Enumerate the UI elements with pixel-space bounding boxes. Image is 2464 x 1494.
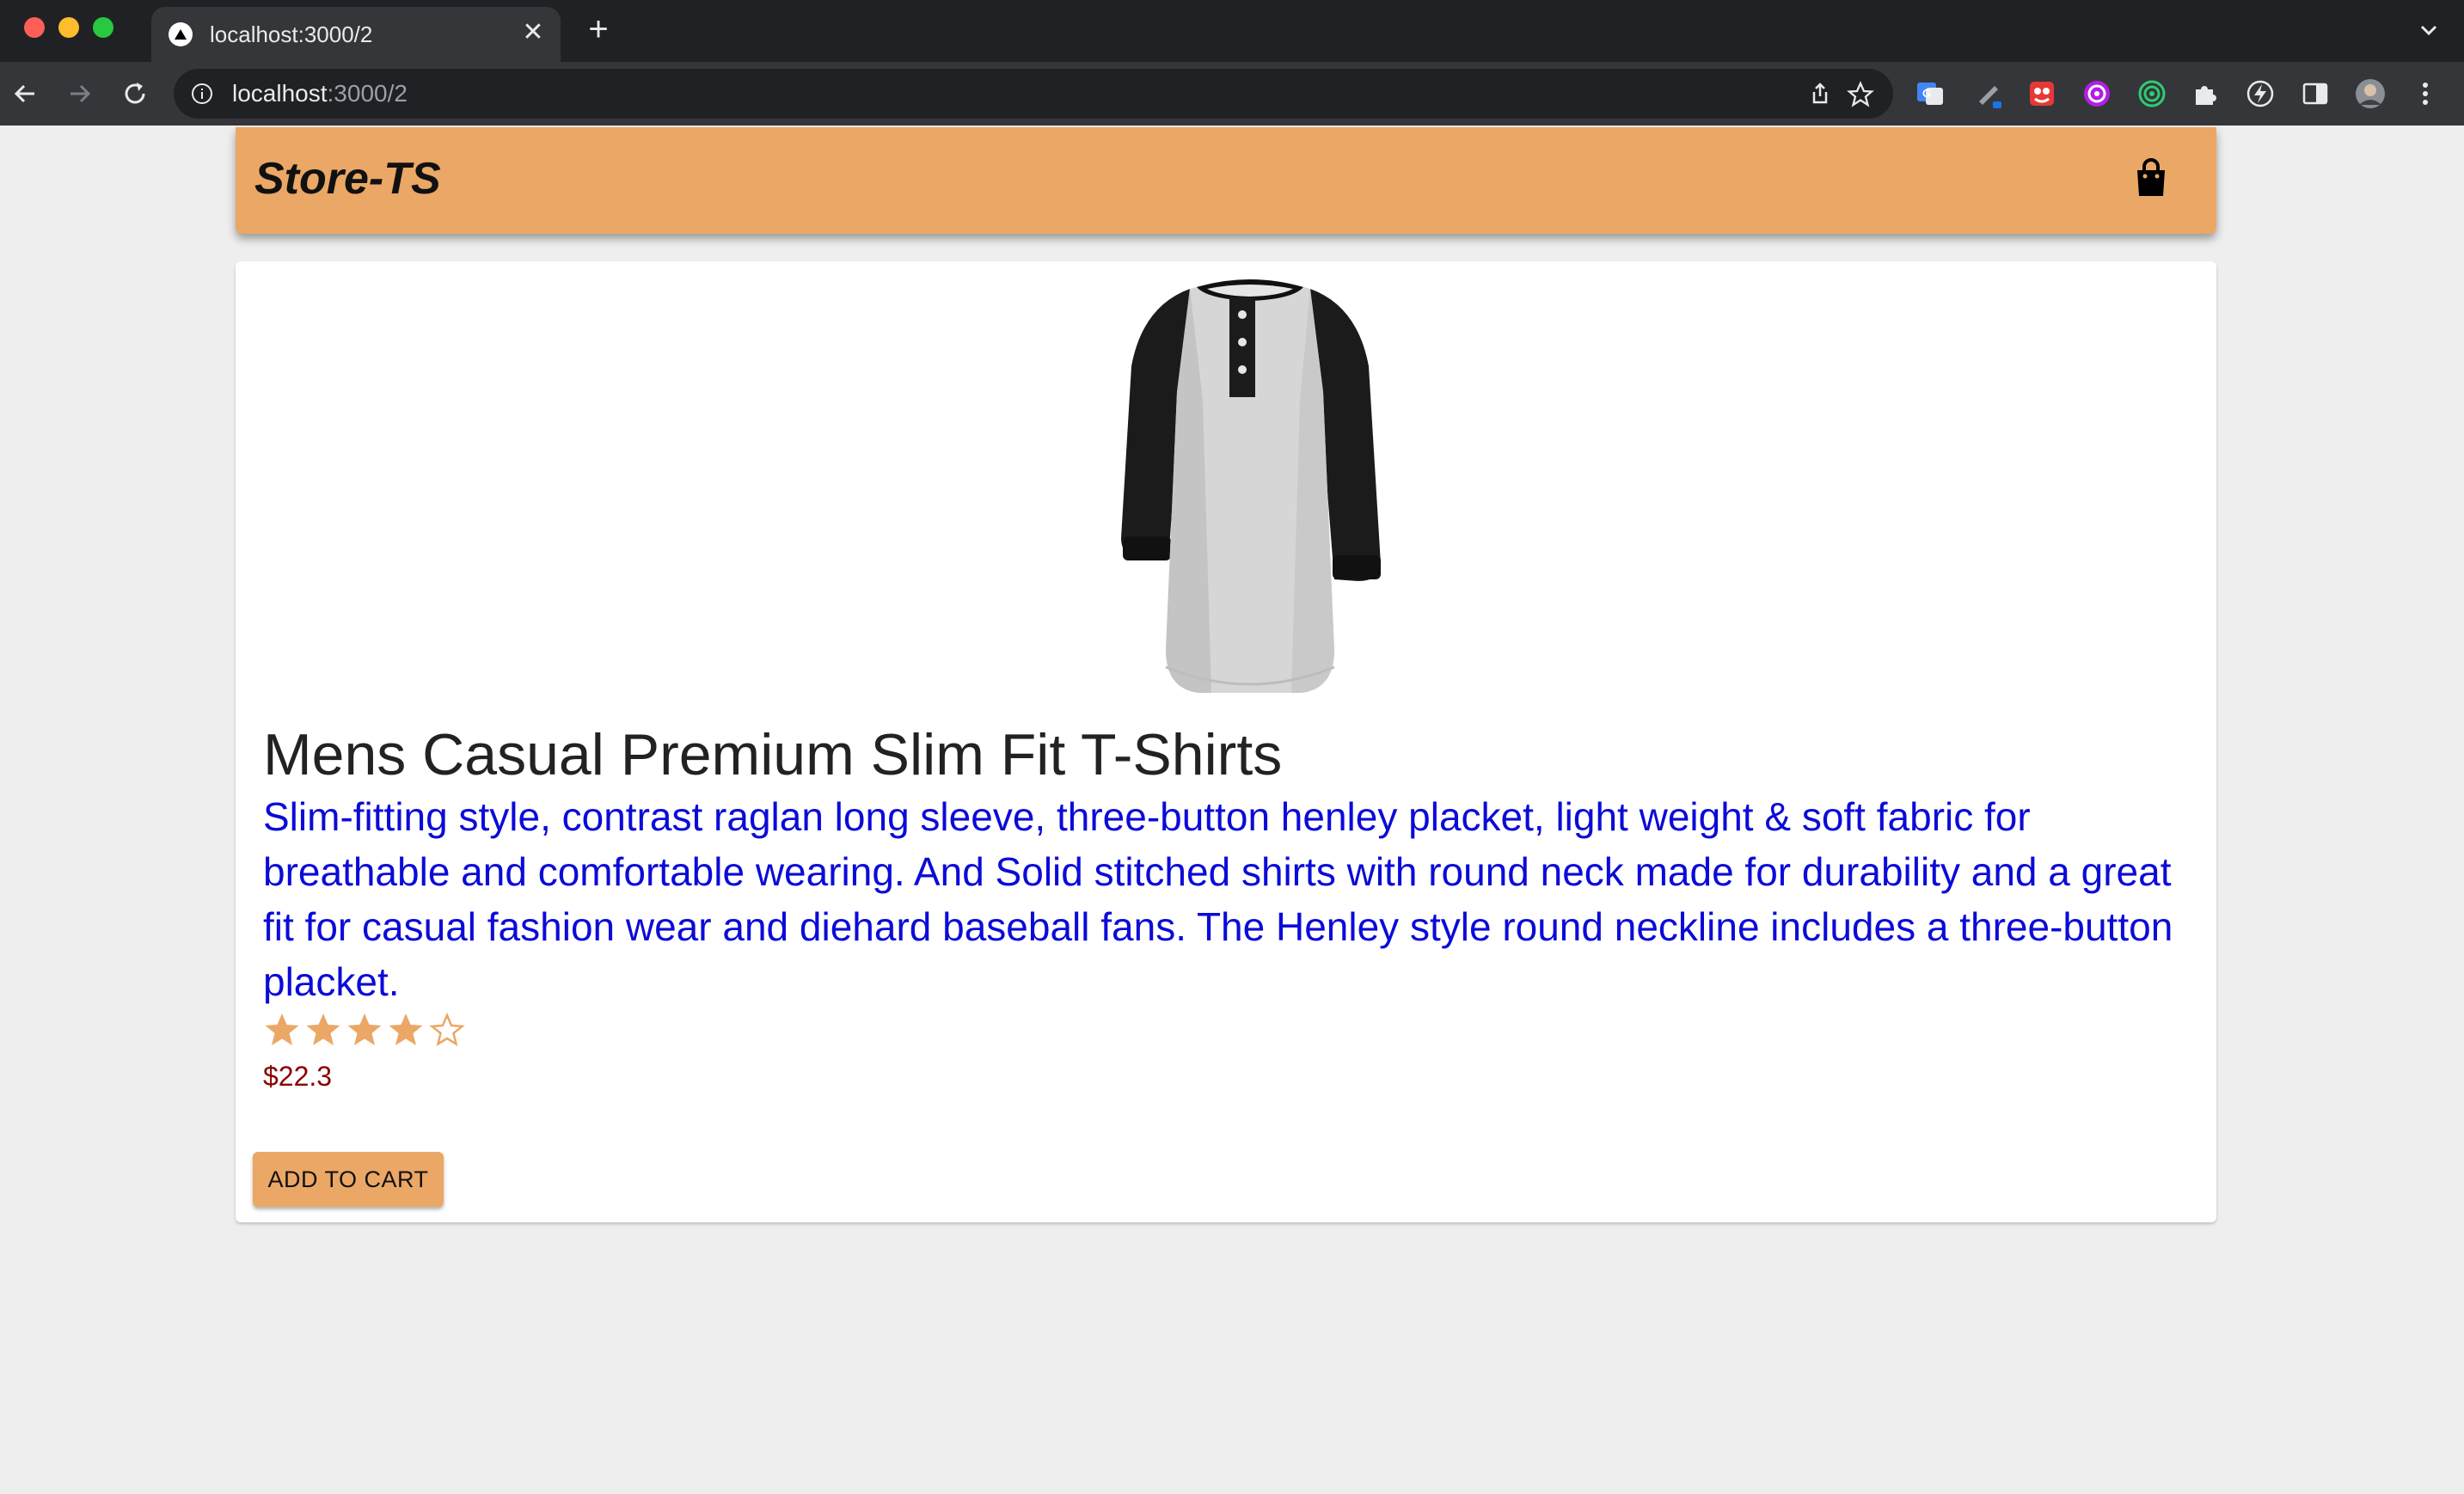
product-rating	[263, 1011, 466, 1056]
red-extension-icon[interactable]	[2026, 77, 2058, 110]
extensions-puzzle-icon[interactable]	[2189, 77, 2222, 110]
more-menu-icon[interactable]	[2409, 77, 2442, 110]
tab-title: localhost:3000/2	[210, 21, 373, 47]
share-icon[interactable]	[1807, 81, 1833, 107]
app-header: Store-TS	[236, 127, 2216, 234]
product-price: $22.3	[263, 1061, 333, 1092]
tab-close-icon[interactable]: ✕	[519, 19, 547, 46]
shopping-bag-icon[interactable]	[2134, 158, 2168, 199]
lightning-extension-icon[interactable]	[2244, 77, 2277, 110]
add-to-cart-button[interactable]: ADD TO CART	[253, 1152, 444, 1207]
new-tab-button[interactable]: +	[581, 12, 616, 46]
forward-arrow-icon[interactable]	[64, 77, 96, 110]
tab-search-chevron-icon[interactable]	[2416, 17, 2442, 43]
target-extension-icon[interactable]	[2136, 77, 2168, 110]
product-card: Mens Casual Premium Slim Fit T-Shirts Sl…	[236, 261, 2216, 1222]
info-icon[interactable]	[191, 83, 213, 105]
minimize-window-button[interactable]	[58, 17, 79, 38]
browser-tab-bar: localhost:3000/2 ✕ +	[0, 0, 2464, 62]
star-empty-icon	[429, 1012, 465, 1047]
product-title: Mens Casual Premium Slim Fit T-Shirts	[263, 722, 1283, 787]
star-filled-icon	[265, 1013, 299, 1045]
star-filled-icon	[306, 1013, 340, 1045]
brand-logo[interactable]: Store-TS	[254, 153, 441, 205]
browser-tab[interactable]: localhost:3000/2 ✕	[151, 7, 561, 62]
svg-text:G: G	[1922, 87, 1931, 100]
triangle-favicon-icon	[169, 22, 193, 46]
star-filled-icon	[347, 1013, 382, 1045]
side-panel-icon[interactable]	[2299, 77, 2332, 110]
product-description: Slim-fitting style, contrast raglan long…	[263, 794, 2173, 1004]
maximize-window-button[interactable]	[93, 17, 113, 38]
bookmark-star-icon[interactable]	[1847, 81, 1874, 108]
address-bar[interactable]: localhost:3000/2	[174, 69, 1893, 119]
redux-devtools-icon[interactable]	[2081, 77, 2113, 110]
pen-extension-icon[interactable]	[1972, 77, 2005, 110]
profile-avatar[interactable]	[2354, 77, 2387, 110]
star-filled-icon	[389, 1013, 423, 1045]
url-text: localhost:3000/2	[232, 80, 408, 107]
back-arrow-icon[interactable]	[9, 77, 41, 110]
close-window-button[interactable]	[24, 17, 45, 38]
google-translate-icon[interactable]: G	[1914, 77, 1946, 110]
product-image	[1061, 263, 1439, 698]
browser-toolbar: localhost:3000/2 G	[0, 62, 2464, 126]
reload-icon[interactable]	[119, 77, 151, 110]
